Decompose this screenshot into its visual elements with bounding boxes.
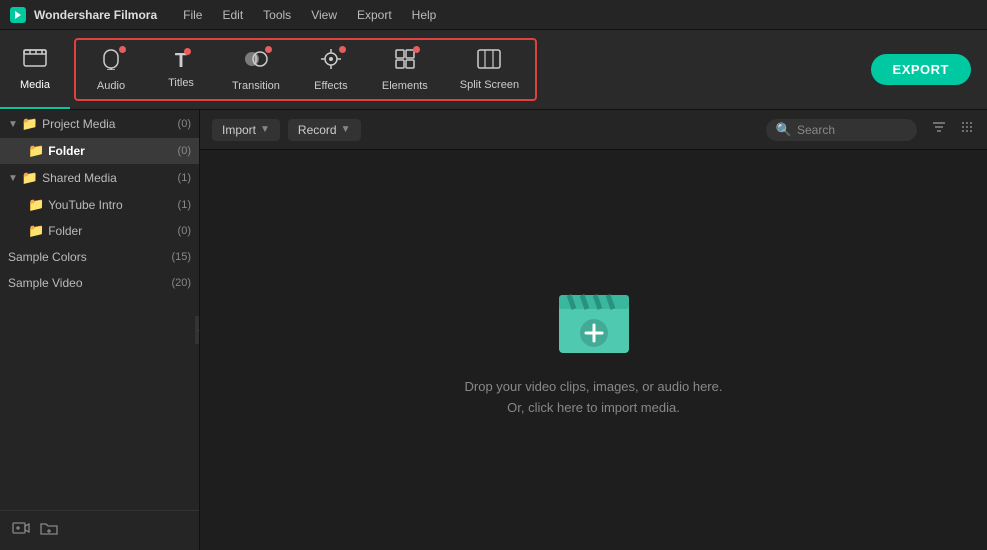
titles-label: Titles [168,77,194,89]
sample-colors-count: (15) [171,251,191,263]
effects-icon [320,48,342,76]
toolbar-titles[interactable]: T Titles [146,40,216,99]
menu-export[interactable]: Export [349,6,400,24]
record-dropdown-arrow: ▼ [341,124,351,135]
sidebar-item-folder-project[interactable]: 📁 Folder (0) [0,138,199,164]
toolbar-split-screen[interactable]: Split Screen [444,40,535,99]
shared-media-label: Shared Media [42,171,169,185]
content-toolbar: Import ▼ Record ▼ 🔍 [200,110,987,150]
app-name: Wondershare Filmora [34,8,157,22]
sidebar-item-sample-video[interactable]: Sample Video (20) [0,270,199,296]
folder-shared-label: Folder [48,224,169,238]
app-logo [10,7,26,23]
audio-dot [119,46,126,53]
new-folder-icon[interactable] [40,519,58,542]
grid-view-icon[interactable] [959,119,975,140]
effects-label: Effects [314,80,347,92]
effects-dot [339,46,346,53]
folder-icon: 📁 [28,143,44,159]
folder-icon: 📁 [22,116,38,132]
import-label: Import [222,123,256,137]
menu-tools[interactable]: Tools [255,6,299,24]
menu-view[interactable]: View [303,6,345,24]
media-label: Media [20,79,50,91]
folder-project-count: (0) [178,145,191,157]
folder-shared-count: (0) [178,225,191,237]
project-media-count: (0) [178,118,191,130]
record-label: Record [298,123,337,137]
sidebar-section-shared-media[interactable]: ▼ 📁 Shared Media (1) [0,164,199,192]
audio-label: Audio [97,80,125,92]
filter-icon[interactable] [931,119,947,140]
transition-label: Transition [232,80,280,92]
split-screen-icon [477,49,501,75]
title-bar: Wondershare Filmora File Edit Tools View… [0,0,987,30]
titles-icon: T [175,50,187,73]
search-input[interactable] [797,123,907,137]
transition-dot [265,46,272,53]
menu-help[interactable]: Help [404,6,445,24]
main-toolbar: Media Audio T Titles [0,30,987,110]
export-button[interactable]: EXPORT [871,54,971,85]
sidebar-bottom [0,510,199,550]
youtube-intro-count: (1) [178,199,191,211]
toolbar-media[interactable]: Media [0,30,70,109]
clapperboard-icon [549,281,639,361]
chevron-down-icon: ▼ [8,119,18,130]
drop-text-line2: Or, click here to import media. [465,398,723,419]
folder-project-label: Folder [48,144,169,158]
record-button[interactable]: Record ▼ [288,119,361,141]
sample-video-label: Sample Video [8,276,167,290]
toolbar-outlined-group: Audio T Titles Transition [74,38,537,101]
folder-icon: 📁 [28,223,44,239]
project-media-label: Project Media [42,117,169,131]
elements-icon [394,48,416,76]
sidebar-section-project-media[interactable]: ▼ 📁 Project Media (0) [0,110,199,138]
content-area: Import ▼ Record ▼ 🔍 [200,110,987,550]
main-area: ▼ 📁 Project Media (0) 📁 Folder (0) ▼ 📁 S… [0,110,987,550]
folder-icon: 📁 [22,170,38,186]
sample-colors-label: Sample Colors [8,250,167,264]
media-icon [23,47,47,75]
search-icon: 🔍 [776,122,792,138]
elements-dot [413,46,420,53]
drop-text-line1: Drop your video clips, images, or audio … [465,377,723,398]
sidebar-item-sample-colors[interactable]: Sample Colors (15) [0,244,199,270]
drop-zone[interactable]: Drop your video clips, images, or audio … [200,150,987,550]
import-dropdown-arrow: ▼ [260,124,270,135]
menu-edit[interactable]: Edit [214,6,251,24]
toolbar-effects[interactable]: Effects [296,40,366,99]
search-box: 🔍 [766,119,917,141]
sample-video-count: (20) [171,277,191,289]
titles-dot [184,48,191,55]
elements-label: Elements [382,80,428,92]
audio-icon [100,48,122,76]
transition-icon [244,48,268,76]
shared-media-count: (1) [178,172,191,184]
sidebar-item-folder-shared[interactable]: 📁 Folder (0) [0,218,199,244]
youtube-intro-label: YouTube Intro [48,198,169,212]
folder-icon: 📁 [28,197,44,213]
sidebar-item-youtube-intro[interactable]: 📁 YouTube Intro (1) [0,192,199,218]
toolbar-audio[interactable]: Audio [76,40,146,99]
menu-file[interactable]: File [175,6,210,24]
split-screen-label: Split Screen [460,79,519,91]
toolbar-elements[interactable]: Elements [366,40,444,99]
toolbar-transition[interactable]: Transition [216,40,296,99]
import-button[interactable]: Import ▼ [212,119,280,141]
menu-bar: File Edit Tools View Export Help [175,6,444,24]
add-media-icon[interactable] [12,519,30,542]
sidebar: ▼ 📁 Project Media (0) 📁 Folder (0) ▼ 📁 S… [0,110,200,550]
drop-zone-text: Drop your video clips, images, or audio … [465,377,723,419]
chevron-down-icon: ▼ [8,173,18,184]
